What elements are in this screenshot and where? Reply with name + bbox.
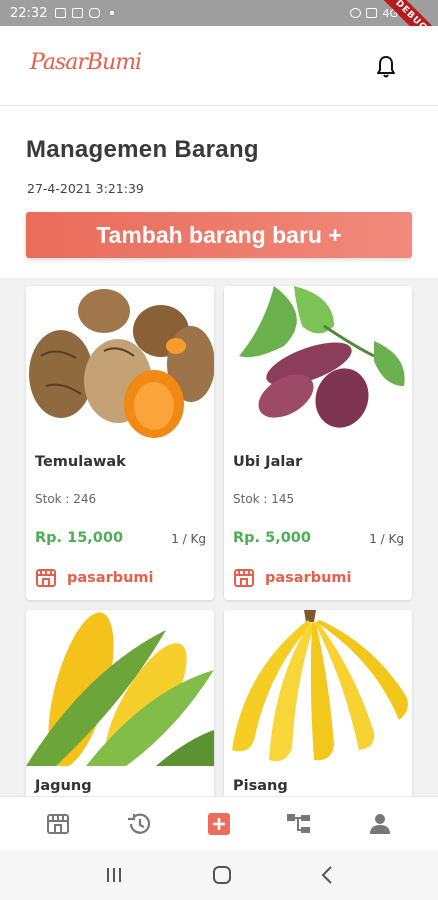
main-content: Managemen Barang 27-4-2021 3:21:39 Tamba… [0,106,438,796]
home-icon[interactable] [212,865,232,885]
add-icon [207,812,230,835]
current-datetime: 27-4-2021 3:21:39 [27,181,144,196]
product-name: Temulawak [35,454,126,470]
sweet-potato-image [224,286,412,442]
instagram-status-icon [89,8,101,18]
notification-dot-icon [110,11,115,15]
product-card[interactable]: Ubi Jalar Stok : 145 Rp. 5,000 1 / Kg pa… [224,286,412,600]
app-logo: PasarBumi [30,50,142,75]
product-shop: pasarbumi [233,568,352,588]
status-time: 22:32 [10,5,48,21]
corn-image [26,610,214,766]
store-icon [234,569,254,587]
banana-image [224,610,412,766]
product-price: Rp. 5,000 [233,530,311,546]
bottom-nav [0,796,438,850]
product-unit: 1 / Kg [171,532,206,546]
nav-store[interactable] [38,804,78,844]
status-bar: 22:32 4G DEBUG [0,0,438,61]
product-grid: Temulawak Stok : 246 Rp. 15,000 1 / Kg p… [0,278,438,796]
product-shop: pasarbumi [35,568,154,588]
mute-status-icon [366,8,378,18]
product-name: Pisang [233,778,288,794]
recent-apps-icon[interactable] [104,866,124,884]
product-unit: 1 / Kg [369,532,404,546]
page-title: Managemen Barang [26,136,259,163]
product-card[interactable]: Temulawak Stok : 246 Rp. 15,000 1 / Kg p… [26,286,214,600]
nav-hierarchy[interactable] [279,804,319,844]
profile-icon [369,813,390,834]
product-stock: Stok : 145 [233,492,295,506]
history-icon [127,813,150,834]
system-nav-bar [0,850,438,900]
product-stock: Stok : 246 [35,492,97,506]
nav-profile[interactable] [360,804,400,844]
add-item-button[interactable]: Tambah barang baru + [26,212,412,258]
store-icon [47,813,70,834]
status-right: 4G [350,7,398,20]
product-name: Ubi Jalar [233,454,303,470]
hierarchy-icon [287,813,311,833]
store-icon [36,569,56,587]
alarm-status-icon [350,8,362,18]
nav-history[interactable] [119,804,159,844]
product-name: Jagung [35,778,92,794]
app-bar: PasarBumi [0,26,438,106]
nav-add[interactable] [199,804,239,844]
product-card[interactable]: Jagung [26,610,214,796]
gallery-status-icon [55,8,67,18]
temulawak-image [26,286,214,442]
back-icon[interactable] [320,865,334,885]
product-price: Rp. 15,000 [35,530,124,546]
bell-icon[interactable] [374,54,398,80]
shop-name: pasarbumi [265,570,352,586]
product-card[interactable]: Pisang [224,610,412,796]
cast-status-icon [72,8,84,18]
shop-name: pasarbumi [67,570,154,586]
